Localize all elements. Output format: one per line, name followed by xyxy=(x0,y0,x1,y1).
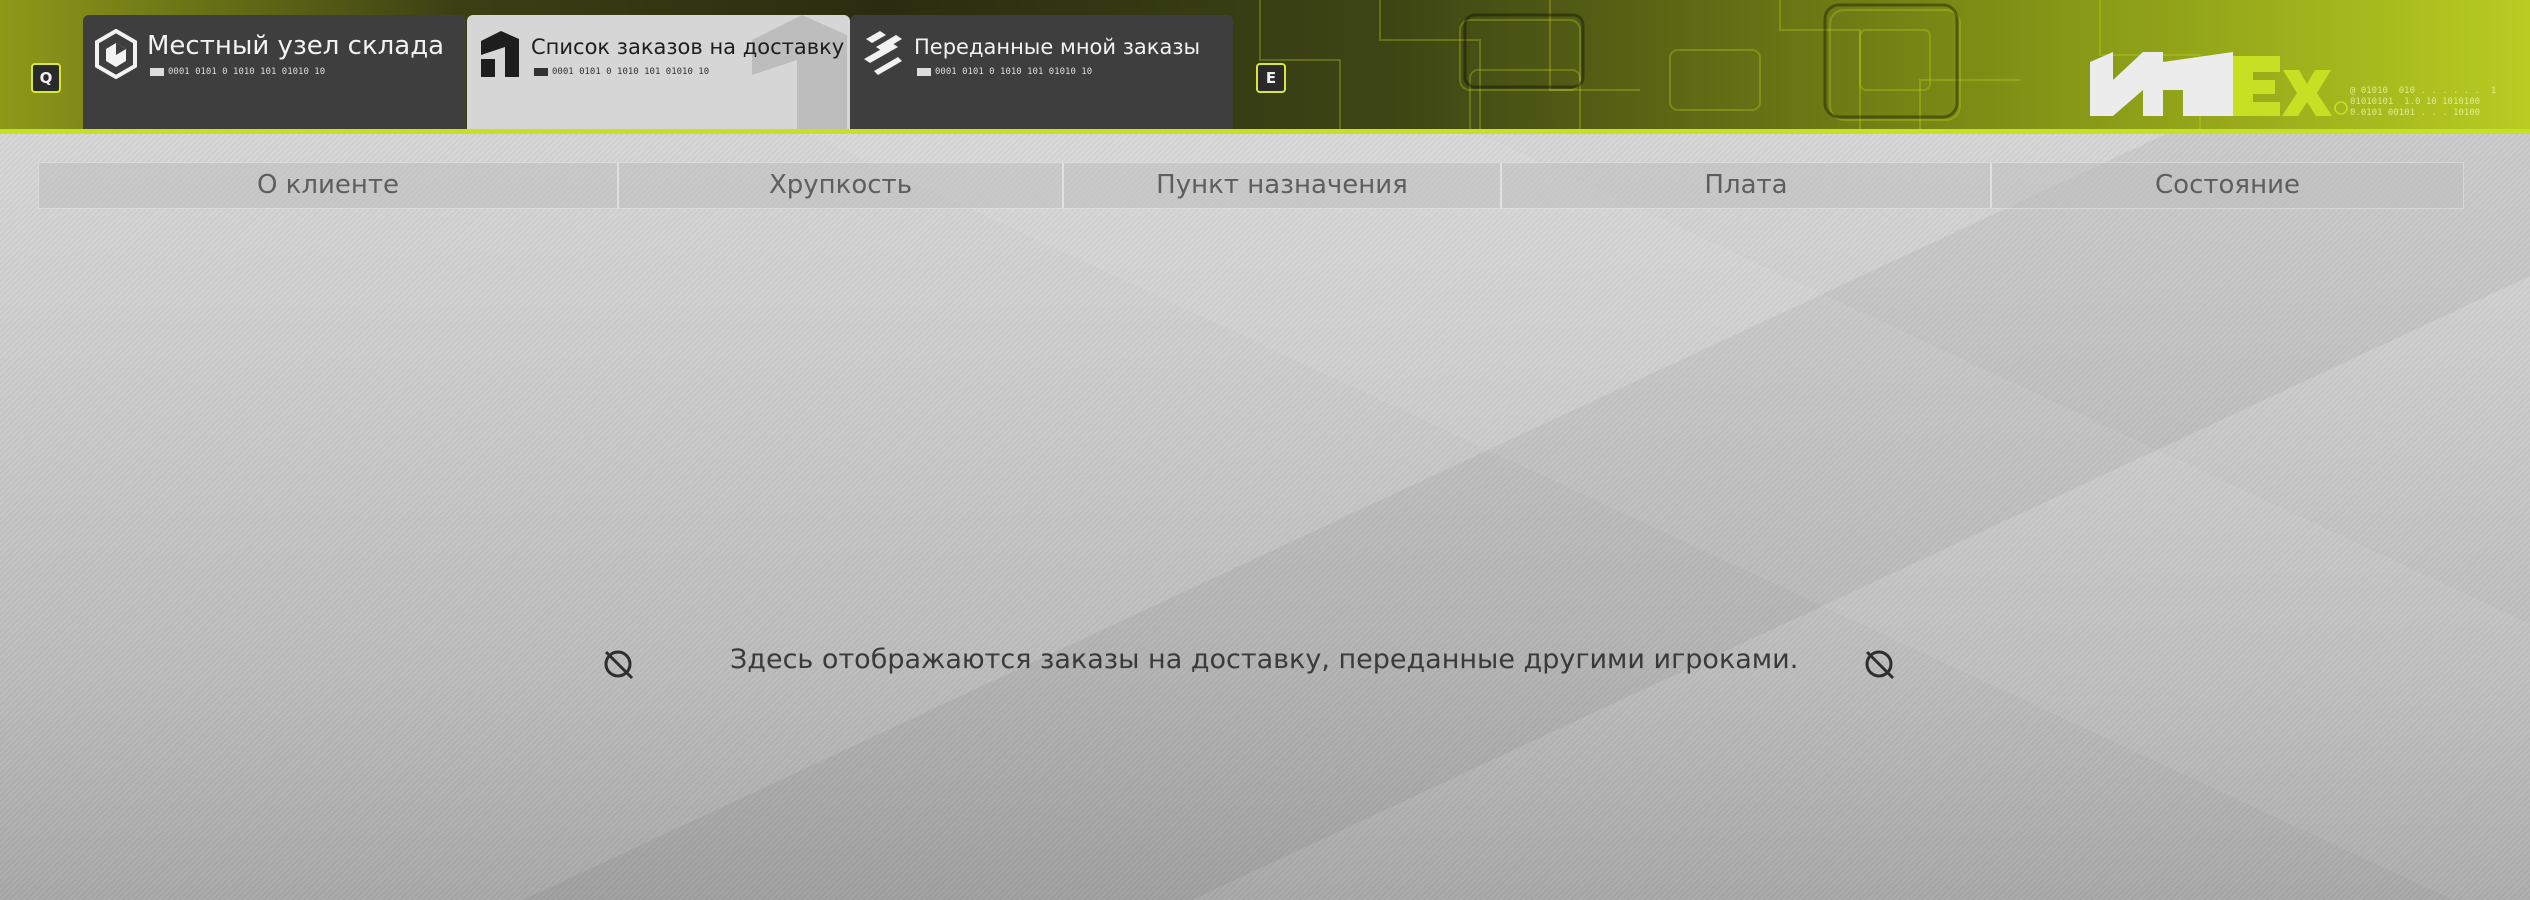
column-header-destination[interactable]: Пункт назначения xyxy=(1064,163,1502,208)
tab-code: 0001 0101 0 1010 101 01010 10 xyxy=(917,67,1092,77)
column-header-fee[interactable]: Плата xyxy=(1502,163,1992,208)
column-header-status[interactable]: Состояние xyxy=(1992,163,2463,208)
previous-tab-key-hint[interactable]: Q xyxy=(31,63,61,93)
tab-label: Список заказов на доставку xyxy=(531,35,845,59)
tab-code: 0001 0101 0 1010 101 01010 10 xyxy=(150,67,325,77)
tab-local-warehouse[interactable]: Местный узел склада 0001 0101 0 1010 101… xyxy=(83,15,466,134)
column-header-client[interactable]: О клиенте xyxy=(39,163,619,208)
tab-label: Переданные мной заказы xyxy=(914,35,1201,59)
orders-table-header: О клиенте Хрупкость Пункт назначения Пла… xyxy=(38,162,2464,209)
brand-logo-icon xyxy=(2090,52,2348,116)
column-header-fragility[interactable]: Хрупкость xyxy=(619,163,1064,208)
tab-label: Местный узел склада xyxy=(147,31,445,61)
tab-shared-orders[interactable]: Переданные мной заказы 0001 0101 0 1010 … xyxy=(850,15,1233,134)
empty-state-text: Здесь отображаются заказы на доставку, п… xyxy=(730,644,1799,675)
no-entry-icon xyxy=(1865,650,1895,680)
delivery-list-icon xyxy=(481,31,519,77)
tab-code: 0001 0101 0 1010 101 01010 10 xyxy=(534,67,709,77)
no-entry-icon xyxy=(604,650,634,680)
empty-orders-message: Здесь отображаются заказы на доставку, п… xyxy=(600,638,1900,688)
delivery-list-watermark-icon xyxy=(752,15,847,134)
tab-delivery-orders[interactable]: Список заказов на доставку 0001 0101 0 1… xyxy=(467,15,850,134)
logo-binary-text: @ 01010 010 . . . . . . 1 01010101 1.0 1… xyxy=(2350,86,2497,118)
top-navigation-bar: Q Местный узел склада 0001 0101 0 1010 1… xyxy=(0,0,2530,134)
next-tab-key-hint[interactable]: E xyxy=(1256,63,1286,93)
shared-orders-icon xyxy=(864,31,902,75)
warehouse-cube-icon xyxy=(95,29,137,79)
